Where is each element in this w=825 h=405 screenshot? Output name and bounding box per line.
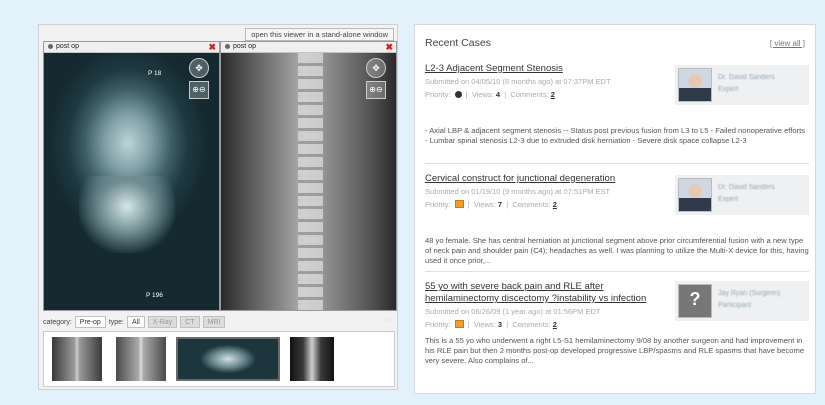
pan-zoom-control[interactable]: ✥ ⊕⊖ xyxy=(366,58,388,102)
views-count: 7 xyxy=(497,200,503,209)
type-filter-xray[interactable]: X-Ray xyxy=(147,316,178,328)
pane-icon xyxy=(48,43,53,49)
priority-icon xyxy=(454,200,464,208)
thumbnail-scroll-icons[interactable]: ◌◌ xyxy=(383,317,393,324)
views-count: 4 xyxy=(495,90,501,99)
thumbnail-strip xyxy=(43,331,395,387)
panel-title: Recent Cases xyxy=(425,37,491,49)
expert-card[interactable]: Dr. David Sanders Expert xyxy=(675,175,809,215)
pane-icon xyxy=(225,43,230,49)
pane-title: post op xyxy=(56,43,79,50)
viewer-pane-left[interactable]: post op ✖ P 18 P 196 ✥ ⊕⊖ xyxy=(43,41,220,311)
category-label: category: xyxy=(43,319,72,326)
case-item: Cervical construct for junctional degene… xyxy=(425,173,809,266)
case-description: This is a 55 yo who underwent a right L5… xyxy=(425,336,805,365)
close-icon[interactable]: ✖ xyxy=(385,42,393,52)
expert-card[interactable]: Jay Ryan (Surgeon) Participant xyxy=(675,281,809,321)
case-item: L2-3 Adjacent Segment Stenosis Submitted… xyxy=(425,63,809,146)
priority-label: Priority: xyxy=(425,320,451,329)
priority-label: Priority: xyxy=(425,200,451,209)
views-label: Views: xyxy=(473,320,496,329)
standalone-window-button[interactable]: open this viewer in a stand-alone window xyxy=(245,28,394,41)
category-select[interactable]: Pre-op xyxy=(74,316,106,328)
case-title-link[interactable]: Cervical construct for junctional degene… xyxy=(425,173,655,185)
expert-role: Expert xyxy=(718,86,739,93)
comments-count-link[interactable]: 2 xyxy=(553,200,557,209)
priority-icon xyxy=(454,320,464,328)
viewer-pane-right[interactable]: post op ✖ ✥ ⊕⊖ xyxy=(220,41,397,311)
expert-name[interactable]: Dr. David Sanders xyxy=(718,184,775,191)
views-count: 3 xyxy=(497,320,503,329)
thumbnail-mri[interactable] xyxy=(290,337,334,381)
image-annotation: P 18 xyxy=(148,70,162,77)
close-icon[interactable]: ✖ xyxy=(208,42,216,52)
avatar-placeholder-icon xyxy=(678,284,712,318)
expert-role: Expert xyxy=(718,196,739,203)
expert-name[interactable]: Jay Ryan (Surgeon) xyxy=(718,290,780,297)
avatar xyxy=(678,68,712,102)
pan-compass-icon[interactable]: ✥ xyxy=(366,58,386,78)
views-label: Views: xyxy=(471,90,494,99)
pane-title-bar: post op xyxy=(221,42,396,53)
zoom-icon[interactable]: ⊕⊖ xyxy=(366,81,386,99)
thumbnail-ct-selected[interactable] xyxy=(176,337,280,381)
case-description: - Axial LBP & adjacent segment stenosis … xyxy=(425,126,806,145)
case-title-link[interactable]: L2-3 Adjacent Segment Stenosis xyxy=(425,63,655,75)
expert-role: Participant xyxy=(718,302,752,309)
type-filter-mri[interactable]: MRI xyxy=(202,316,226,328)
expert-name[interactable]: Dr. David Sanders xyxy=(718,74,775,81)
priority-label: Priority: xyxy=(425,90,451,99)
pan-zoom-control[interactable]: ✥ ⊕⊖ xyxy=(189,58,211,102)
image-viewer: open this viewer in a stand-alone window… xyxy=(38,24,398,390)
type-label: type: xyxy=(108,319,124,326)
pane-title: post op xyxy=(233,43,256,50)
zoom-icon[interactable]: ⊕⊖ xyxy=(189,81,209,99)
thumbnail-xray-2[interactable] xyxy=(116,337,166,381)
thumbnail-xray-1[interactable] xyxy=(52,337,102,381)
priority-icon xyxy=(454,91,462,98)
views-label: Views: xyxy=(473,200,496,209)
avatar xyxy=(678,178,712,212)
comments-label: Comments: xyxy=(510,90,549,99)
case-item: 55 yo with severe back pain and RLE afte… xyxy=(425,281,809,366)
comments-count-link[interactable]: 2 xyxy=(553,320,557,329)
divider xyxy=(425,271,809,272)
pan-compass-icon[interactable]: ✥ xyxy=(189,58,209,78)
view-all-link[interactable]: [ view all ] xyxy=(770,39,805,48)
comments-count-link[interactable]: 2 xyxy=(551,90,555,99)
type-filter-ct[interactable]: CT xyxy=(180,316,200,328)
type-filter-all[interactable]: All xyxy=(127,316,145,328)
image-filter-bar: category: Pre-op type: All X-Ray CT MRI xyxy=(43,316,395,329)
expert-card[interactable]: Dr. David Sanders Expert xyxy=(675,65,809,105)
recent-cases-panel: Recent Cases [ view all ] L2-3 Adjacent … xyxy=(414,24,816,394)
pane-title-bar: post op xyxy=(44,42,219,53)
comments-label: Comments: xyxy=(512,200,551,209)
case-description: 48 yo female. She has central herniation… xyxy=(425,236,809,265)
case-title-link[interactable]: 55 yo with severe back pain and RLE afte… xyxy=(425,281,655,305)
image-annotation: P 196 xyxy=(146,292,163,299)
comments-label: Comments: xyxy=(512,320,551,329)
divider xyxy=(425,163,809,164)
